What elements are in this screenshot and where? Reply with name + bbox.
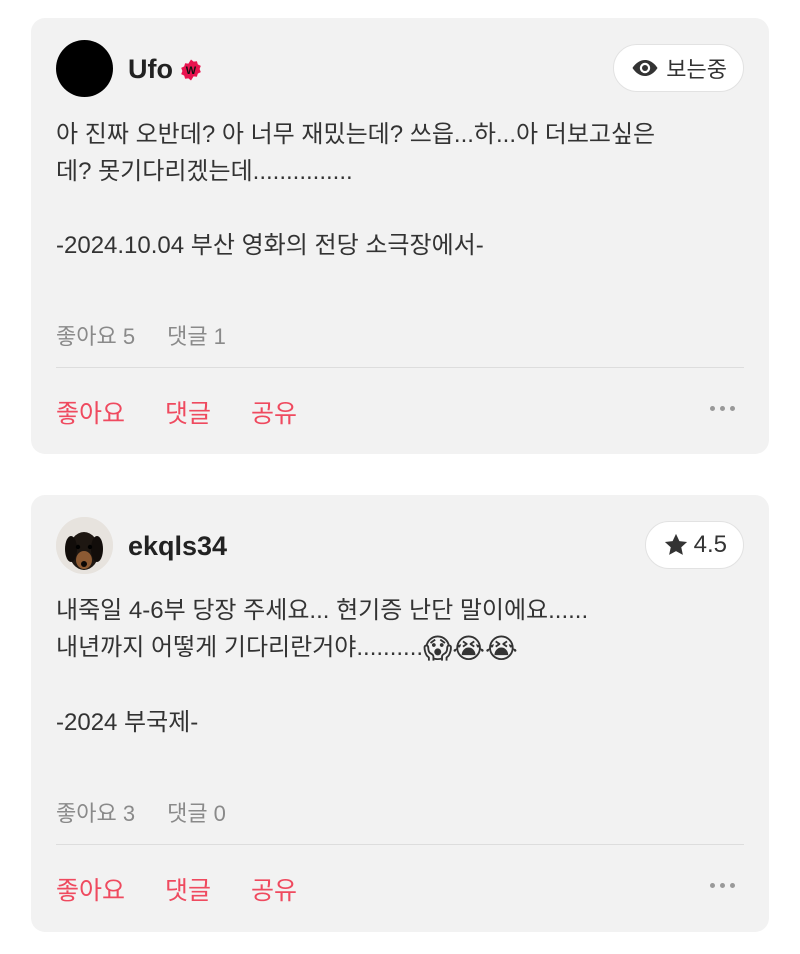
comment-button[interactable]: 댓글 bbox=[165, 394, 211, 430]
review-text[interactable]: 내죽일 4-6부 당장 주세요... 현기증 난단 말이에요...... 내년까… bbox=[56, 592, 744, 741]
review-footer-line: -2024 부국제- bbox=[56, 709, 199, 736]
share-button[interactable]: 공유 bbox=[251, 394, 297, 430]
review-card[interactable]: ekqls34 4.5 내죽일 4-6부 당장 주세요... 현기증 난단 말이… bbox=[31, 495, 769, 932]
review-actions: 좋아요 댓글 공유 bbox=[56, 394, 297, 430]
username-text[interactable]: Ufo bbox=[128, 54, 173, 85]
review-line: 내년까지 어떻게 기다리란거야.......... bbox=[56, 634, 424, 661]
dog-avatar-icon bbox=[56, 517, 113, 574]
review-actions: 좋아요 댓글 공유 bbox=[56, 871, 297, 907]
more-options-icon[interactable] bbox=[710, 406, 735, 411]
review-text[interactable]: 아 진짜 오반데? 아 너무 재밌는데? 쓰읍...하...아 더보고싶은 데?… bbox=[56, 116, 744, 264]
review-line: 데? 못기다리겠는데............... bbox=[56, 158, 353, 185]
crying-emoji: 😭 bbox=[484, 633, 518, 664]
status-label: 보는중 bbox=[666, 57, 727, 82]
review-footer-line: -2024.10.04 부산 영화의 전당 소극장에서- bbox=[56, 232, 484, 259]
svg-text:W: W bbox=[186, 65, 197, 77]
divider bbox=[56, 844, 744, 845]
comment-button[interactable]: 댓글 bbox=[165, 871, 211, 907]
star-icon bbox=[662, 531, 690, 559]
scream-emoji: 😱 bbox=[423, 633, 453, 664]
username[interactable]: ekqls34 bbox=[128, 531, 227, 562]
watching-status-pill[interactable]: 보는중 bbox=[613, 44, 744, 92]
divider bbox=[56, 367, 744, 368]
share-button[interactable]: 공유 bbox=[251, 871, 297, 907]
like-count: 좋아요 3 bbox=[56, 801, 136, 826]
avatar[interactable] bbox=[56, 40, 113, 97]
eye-icon bbox=[630, 57, 660, 79]
review-line: 아 진짜 오반데? 아 너무 재밌는데? 쓰읍...하...아 더보고싶은 bbox=[56, 121, 656, 148]
review-counts: 좋아요 3 댓글 0 bbox=[56, 796, 226, 828]
review-card[interactable]: Ufo W 보는중 아 진짜 오반데? 아 너무 재밌는데? 쓰읍...하...… bbox=[31, 18, 769, 454]
review-line: 내죽일 4-6부 당장 주세요... 현기증 난단 말이에요...... bbox=[56, 597, 589, 624]
like-count: 좋아요 5 bbox=[56, 324, 136, 349]
comment-count: 댓글 1 bbox=[167, 324, 226, 349]
username[interactable]: Ufo W bbox=[128, 54, 203, 85]
watcha-badge-icon: W bbox=[181, 59, 201, 80]
avatar[interactable] bbox=[56, 517, 113, 574]
more-options-icon[interactable] bbox=[710, 883, 735, 888]
username-text[interactable]: ekqls34 bbox=[128, 531, 227, 562]
rating-pill: 4.5 bbox=[644, 521, 744, 569]
crying-emoji: 😭 bbox=[452, 633, 485, 664]
rating-value: 4.5 bbox=[693, 531, 727, 558]
like-button[interactable]: 좋아요 bbox=[56, 394, 125, 430]
review-counts: 좋아요 5 댓글 1 bbox=[56, 319, 226, 351]
like-button[interactable]: 좋아요 bbox=[56, 871, 125, 907]
comment-count: 댓글 0 bbox=[167, 801, 226, 826]
